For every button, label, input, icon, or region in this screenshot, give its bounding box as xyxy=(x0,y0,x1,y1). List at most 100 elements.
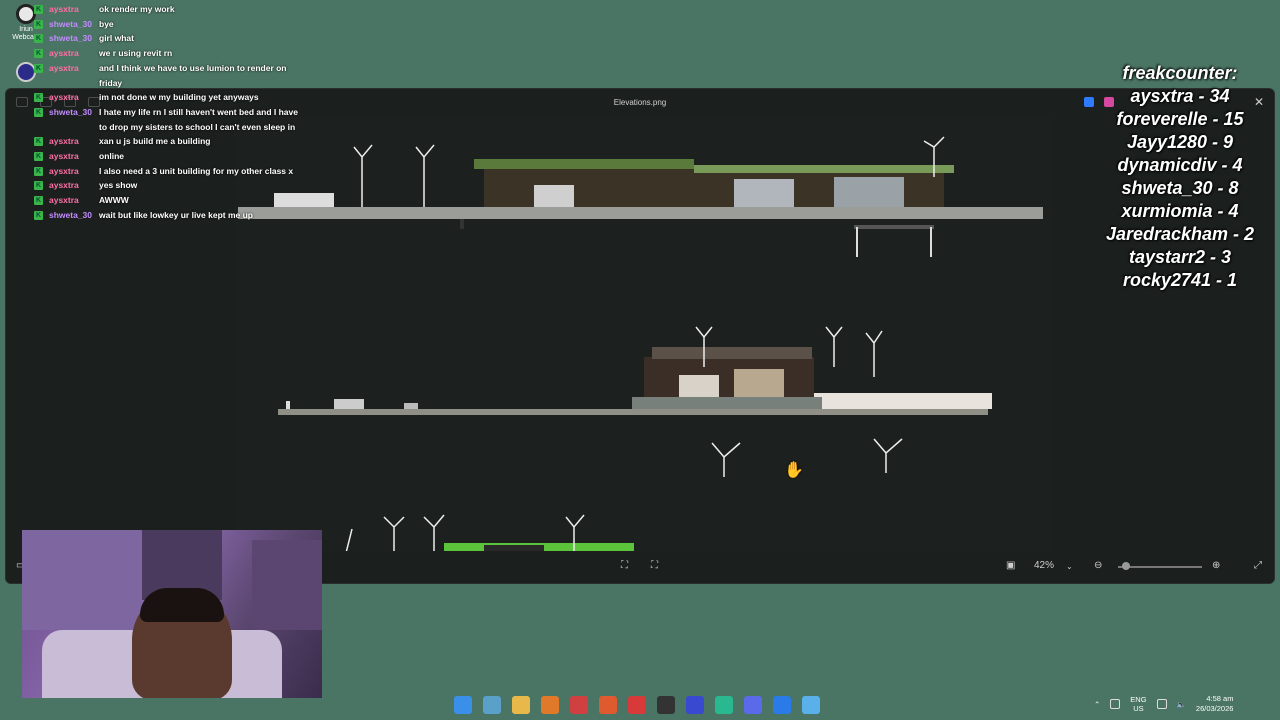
revit-icon[interactable] xyxy=(570,696,588,714)
chat-text: bye xyxy=(99,18,114,29)
chat-username: aysxtra xyxy=(49,195,79,206)
counter-entry: rocky2741 - 1 xyxy=(1122,270,1238,290)
file-explorer-icon[interactable] xyxy=(512,696,530,714)
chat-username: aysxtra xyxy=(49,48,79,59)
chat-message: Kaysxtra ok render my work xyxy=(34,2,304,17)
chat-username: aysxtra xyxy=(49,180,79,191)
chat-message: Kshweta_30 bye xyxy=(34,17,304,32)
badge-icon: K xyxy=(34,19,43,29)
badge-icon: K xyxy=(34,49,43,59)
chat-username: aysxtra xyxy=(49,62,79,73)
badge-icon: K xyxy=(34,63,43,73)
chat-username: shweta_30 xyxy=(49,33,92,44)
badge-icon: K xyxy=(34,181,43,191)
counter-entry: foreverelle - 15 xyxy=(1116,109,1244,129)
badge-icon: K xyxy=(34,196,43,206)
obs-icon xyxy=(16,62,36,82)
chat-username: aysxtra xyxy=(49,4,79,14)
zoom-out-icon[interactable]: ⊖ xyxy=(1094,560,1102,571)
windows-start-icon[interactable] xyxy=(454,696,472,714)
actual-size-icon[interactable]: ⛶ xyxy=(651,560,658,571)
chat-text: xan u js build me a building xyxy=(99,136,211,147)
chat-text: we r using revit rn xyxy=(99,48,173,59)
chat-text: im not done w my building yet anyways xyxy=(99,92,259,103)
counter-entry: dynamicdiv - 4 xyxy=(1117,155,1243,175)
tray-app-icon[interactable] xyxy=(1110,699,1121,709)
chat-username: aysxtra xyxy=(49,165,79,176)
fullscreen-icon[interactable]: ⤢ xyxy=(1254,560,1262,571)
language-indicator[interactable]: ENG US xyxy=(1130,695,1146,713)
counter-title: freakcounter: xyxy=(1122,63,1238,83)
zoom-level[interactable]: 42% xyxy=(1034,560,1054,571)
chat-text: and I think we have to use lumion to ren… xyxy=(99,62,287,88)
chat-message: Kaysxtra xan u js build me a building xyxy=(34,134,304,149)
obs-taskbar-icon[interactable] xyxy=(686,696,704,714)
badge-icon: K xyxy=(34,210,43,220)
badge-icon: K xyxy=(34,93,43,103)
volume-icon[interactable]: 🔈 xyxy=(1177,700,1186,709)
chat-username: shweta_30 xyxy=(49,106,92,117)
chat-username: aysxtra xyxy=(49,136,79,147)
zoom-slider-thumb[interactable] xyxy=(1122,562,1131,570)
zoom-in-icon[interactable]: ⊕ xyxy=(1212,560,1220,571)
chat-text: ok render my work xyxy=(99,4,175,14)
badge-icon: K xyxy=(34,107,43,117)
hand-cursor-icon: ✋ xyxy=(784,462,804,479)
elevation-1 xyxy=(238,136,1043,257)
zoom-slider[interactable] xyxy=(1118,566,1202,568)
chat-overlay: Kaysxtra ok render my work Kshweta_30 bye Ks… xyxy=(34,2,304,223)
brave-icon[interactable] xyxy=(599,696,617,714)
chevron-up-icon[interactable]: ⌃ xyxy=(1094,700,1100,709)
fit-window-icon[interactable]: ▣ xyxy=(1006,560,1015,571)
counter-entry: xurmiomia - 4 xyxy=(1121,201,1239,221)
chat-username: shweta_30 xyxy=(49,18,92,29)
badge-icon: K xyxy=(34,5,43,14)
chat-message: Kaysxtra we r using revit rn xyxy=(34,46,304,61)
chat-message: Kshweta_30 girl what xyxy=(34,31,304,46)
blender-icon[interactable] xyxy=(541,696,559,714)
chat-text: girl what xyxy=(99,33,134,44)
chat-message: Kaysxtra and I think we have to use lumio… xyxy=(34,61,304,90)
badge-icon: K xyxy=(34,152,43,162)
chat-text: wait but like lowkey ur live kept me up xyxy=(99,209,253,220)
task-view-icon[interactable] xyxy=(483,696,501,714)
badge-icon: K xyxy=(34,34,43,44)
chat-username: aysxtra xyxy=(49,92,79,103)
chat-text: yes show xyxy=(99,180,138,191)
webcam-icon xyxy=(16,4,36,24)
app-green-icon[interactable] xyxy=(715,696,733,714)
chat-message: Kaysxtra I also need a 3 unit building fo… xyxy=(34,164,304,179)
system-tray: ⌃ ENG US 🔈 4:58 am 26/03/2026 xyxy=(1094,694,1233,714)
chat-message: Kaysxtra AWWW xyxy=(34,193,304,208)
image-canvas[interactable] xyxy=(234,117,1052,553)
webcam-feed xyxy=(22,530,322,698)
counter-entry: Jayy1280 - 9 xyxy=(1126,132,1234,152)
elevations-drawing xyxy=(238,136,1043,553)
fit-screen-icon[interactable]: ⛶ xyxy=(621,560,628,571)
chat-message: Kshweta_30 wait but like lowkey ur live k… xyxy=(34,208,304,223)
figma-icon[interactable] xyxy=(657,696,675,714)
badge-icon: K xyxy=(34,137,43,147)
counter-entry: aysxtra - 34 xyxy=(1130,86,1230,106)
counter-entry: taystarr2 - 3 xyxy=(1128,247,1232,267)
chevron-down-icon[interactable]: ⌄ xyxy=(1066,562,1073,571)
counter-entry: Jaredrackham - 2 xyxy=(1105,224,1255,244)
chat-text: AWWW xyxy=(99,195,129,206)
counter-entry: shweta_30 - 8 xyxy=(1121,178,1239,198)
freakcounter-overlay: freakcounter: aysxtra - 34 foreverelle - … xyxy=(1090,62,1270,292)
chat-text: I also need a 3 unit building for my oth… xyxy=(99,165,294,176)
badge-icon: K xyxy=(34,166,43,176)
clock[interactable]: 4:58 am 26/03/2026 xyxy=(1196,694,1234,714)
elevation-3 xyxy=(345,514,634,553)
app-blue-icon[interactable] xyxy=(773,696,791,714)
chat-text: I hate my life rn I still haven't went b… xyxy=(99,106,298,132)
network-icon[interactable] xyxy=(1156,699,1167,709)
elevation-2 xyxy=(278,326,992,477)
counter-list: aysxtra - 34 foreverelle - 15 Jayy1280 - 9… xyxy=(1090,85,1270,292)
photos-icon[interactable] xyxy=(802,696,820,714)
taskbar-icons xyxy=(454,696,820,714)
discord-icon[interactable] xyxy=(744,696,762,714)
app-red-icon[interactable] xyxy=(628,696,646,714)
chat-text: online xyxy=(99,151,125,162)
chat-message: Kaysxtra im not done w my building yet an… xyxy=(34,90,304,105)
